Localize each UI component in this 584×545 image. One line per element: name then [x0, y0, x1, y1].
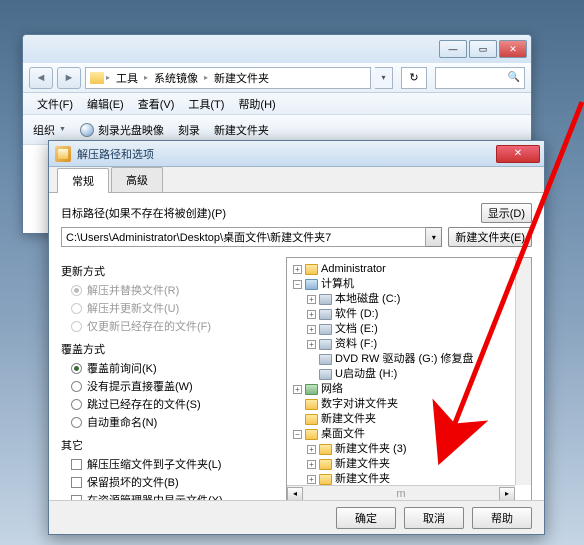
dialog-titlebar[interactable]: 解压路径和选项 ✕: [49, 141, 544, 167]
extract-dialog: 解压路径和选项 ✕ 常规 高级 目标路径(如果不存在将被创建)(P) 显示(D)…: [48, 140, 545, 535]
forward-button[interactable]: ►: [57, 67, 81, 89]
dialog-title: 解压路径和选项: [77, 146, 496, 162]
folder-tree[interactable]: +Administrator −计算机 +本地磁盘 (C:) +软件 (D:) …: [286, 257, 532, 502]
dialog-close-button[interactable]: ✕: [496, 145, 540, 163]
breadcrumb-item[interactable]: 工具: [112, 70, 142, 86]
new-folder-button[interactable]: 新建文件夹: [214, 122, 269, 138]
help-button[interactable]: 帮助: [472, 507, 532, 529]
menu-tools[interactable]: 工具(T): [182, 94, 230, 114]
group-other-label: 其它: [61, 437, 276, 453]
breadcrumb-dropdown[interactable]: ▾: [375, 67, 393, 89]
menu-view[interactable]: 查看(V): [132, 94, 181, 114]
menu-edit[interactable]: 编辑(E): [81, 94, 130, 114]
tab-advanced[interactable]: 高级: [111, 167, 163, 192]
explorer-menubar: 文件(F) 编辑(E) 查看(V) 工具(T) 帮助(H): [23, 93, 531, 115]
tree-vscrollbar[interactable]: [515, 258, 531, 485]
newfolder-button[interactable]: 新建文件夹(E): [448, 227, 532, 247]
tab-strip: 常规 高级: [49, 167, 544, 193]
search-icon: 🔍: [508, 72, 520, 84]
hscroll-right[interactable]: ▸: [499, 487, 515, 501]
explorer-titlebar: — ▭ ✕: [23, 35, 531, 63]
check-keep-broken[interactable]: 保留损坏的文件(B): [61, 473, 276, 491]
folder-icon: [90, 72, 104, 84]
back-button[interactable]: ◄: [29, 67, 53, 89]
radio-ask-overwrite[interactable]: 覆盖前询问(K): [61, 359, 276, 377]
check-subfolder[interactable]: 解压压缩文件到子文件夹(L): [61, 455, 276, 473]
minimize-button[interactable]: —: [439, 40, 467, 58]
hscroll-left[interactable]: ◂: [287, 487, 303, 501]
burn-image-button[interactable]: 刻录光盘映像: [80, 122, 164, 138]
radio-update-existing[interactable]: 仅更新已经存在的文件(F): [61, 317, 276, 335]
disc-icon: [80, 123, 94, 137]
radio-extract-replace[interactable]: 解压并替换文件(R): [61, 281, 276, 299]
path-input[interactable]: C:\Users\Administrator\Desktop\桌面文件\新建文件…: [61, 227, 426, 247]
breadcrumb[interactable]: ▸ 工具 ▸ 系统镜像 ▸ 新建文件夹: [85, 67, 371, 89]
menu-help[interactable]: 帮助(H): [232, 94, 281, 114]
dialog-footer: 确定 取消 帮助: [49, 500, 544, 534]
radio-skip-existing[interactable]: 跳过已经存在的文件(S): [61, 395, 276, 413]
maximize-button[interactable]: ▭: [469, 40, 497, 58]
group-overwrite-label: 覆盖方式: [61, 341, 276, 357]
archive-icon: [55, 146, 71, 162]
group-update-label: 更新方式: [61, 263, 276, 279]
organize-button[interactable]: 组织▼: [33, 122, 66, 138]
radio-overwrite-noask[interactable]: 没有提示直接覆盖(W): [61, 377, 276, 395]
explorer-navbar: ◄ ► ▸ 工具 ▸ 系统镜像 ▸ 新建文件夹 ▾ ↻ 🔍: [23, 63, 531, 93]
path-dropdown[interactable]: ▾: [426, 227, 442, 247]
burn-button[interactable]: 刻录: [178, 122, 200, 138]
radio-extract-update[interactable]: 解压并更新文件(U): [61, 299, 276, 317]
tree-hscrollbar[interactable]: ◂ m ▸: [287, 485, 515, 501]
menu-file[interactable]: 文件(F): [31, 94, 79, 114]
cancel-button[interactable]: 取消: [404, 507, 464, 529]
refresh-button[interactable]: ↻: [401, 67, 427, 89]
radio-auto-rename[interactable]: 自动重命名(N): [61, 413, 276, 431]
breadcrumb-item[interactable]: 新建文件夹: [210, 70, 273, 86]
close-button[interactable]: ✕: [499, 40, 527, 58]
breadcrumb-item[interactable]: 系统镜像: [150, 70, 202, 86]
path-label: 目标路径(如果不存在将被创建)(P): [61, 205, 226, 221]
ok-button[interactable]: 确定: [336, 507, 396, 529]
tab-general[interactable]: 常规: [57, 168, 109, 193]
display-button[interactable]: 显示(D): [481, 203, 532, 223]
search-input[interactable]: 🔍: [435, 67, 525, 89]
